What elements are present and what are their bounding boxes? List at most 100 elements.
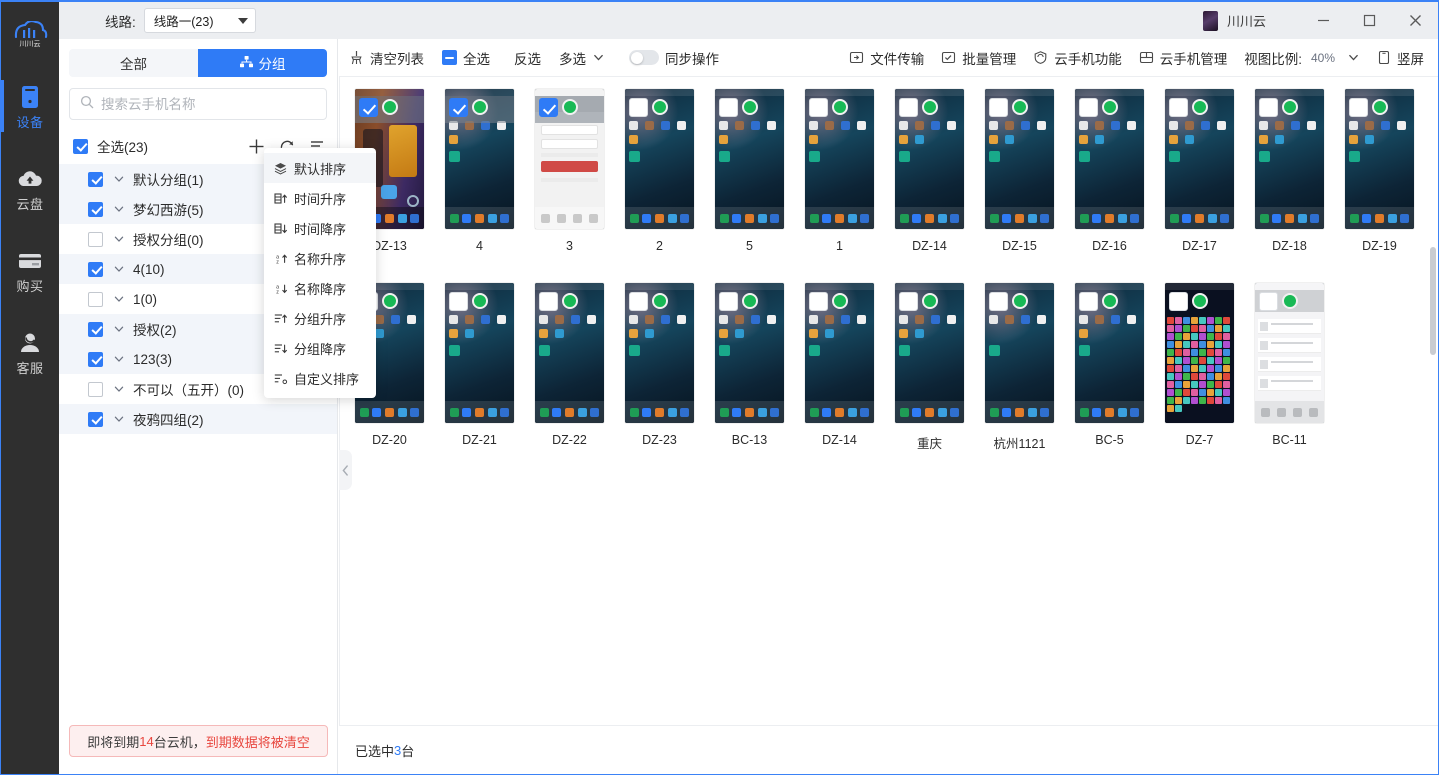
search-input[interactable] bbox=[101, 97, 316, 112]
minimize-button[interactable] bbox=[1300, 2, 1346, 39]
sync-operation-toggle[interactable] bbox=[629, 50, 659, 65]
grid-scrollbar-thumb[interactable] bbox=[1430, 247, 1436, 355]
device-thumbnail[interactable] bbox=[535, 283, 604, 423]
device-thumbnail[interactable] bbox=[1345, 89, 1414, 229]
device-thumbnail[interactable] bbox=[805, 89, 874, 229]
orientation-button[interactable]: 竖屏 bbox=[1377, 48, 1424, 68]
device-card[interactable]: 2 bbox=[625, 89, 715, 253]
group-checkbox[interactable] bbox=[88, 172, 103, 187]
device-card[interactable]: 1 bbox=[805, 89, 895, 253]
device-thumbnail[interactable] bbox=[715, 89, 784, 229]
device-card[interactable]: DZ-7 bbox=[1165, 283, 1255, 452]
sort-menu-item[interactable]: az名称降序 bbox=[264, 273, 376, 303]
chevron-down-icon[interactable] bbox=[113, 203, 125, 215]
chevron-down-icon[interactable] bbox=[113, 173, 125, 185]
cloud-phone-feature-button[interactable]: 云手机功能 bbox=[1033, 48, 1122, 68]
device-checkbox[interactable] bbox=[1349, 98, 1368, 117]
group-tree-item[interactable]: 夜鸦四组(2) bbox=[59, 404, 337, 434]
device-card[interactable]: 3 bbox=[535, 89, 625, 253]
view-ratio-dropdown[interactable]: 视图比例: 40% bbox=[1244, 48, 1360, 68]
device-card[interactable]: DZ-19 bbox=[1345, 89, 1435, 253]
device-thumbnail[interactable] bbox=[805, 283, 874, 423]
sync-operation-toggle-wrap[interactable]: 同步操作 bbox=[629, 48, 719, 68]
device-card[interactable]: DZ-21 bbox=[445, 283, 535, 452]
invert-selection-button[interactable]: 反选 bbox=[514, 48, 541, 68]
device-card[interactable]: DZ-17 bbox=[1165, 89, 1255, 253]
tab-all[interactable]: 全部 bbox=[69, 49, 198, 77]
device-thumbnail[interactable] bbox=[985, 89, 1054, 229]
route-select[interactable]: 线路一(23) bbox=[144, 8, 256, 33]
sort-menu-item[interactable]: 时间降序 bbox=[264, 213, 376, 243]
device-checkbox[interactable] bbox=[449, 292, 468, 311]
select-all-checkbox[interactable] bbox=[73, 139, 88, 154]
sidebar-item-support[interactable]: 客服 bbox=[1, 318, 59, 386]
device-checkbox[interactable] bbox=[629, 98, 648, 117]
chevron-down-icon[interactable] bbox=[113, 413, 125, 425]
device-card[interactable]: DZ-14 bbox=[895, 89, 985, 253]
batch-manage-button[interactable]: 批量管理 bbox=[941, 48, 1016, 68]
device-card[interactable]: DZ-16 bbox=[1075, 89, 1165, 253]
indeterminate-checkbox[interactable] bbox=[442, 50, 457, 65]
maximize-button[interactable] bbox=[1346, 2, 1392, 39]
device-checkbox[interactable] bbox=[899, 292, 918, 311]
device-thumbnail[interactable] bbox=[1255, 283, 1324, 423]
device-card[interactable]: 重庆 bbox=[895, 283, 985, 452]
group-checkbox[interactable] bbox=[88, 382, 103, 397]
chevron-down-icon[interactable] bbox=[113, 323, 125, 335]
file-transfer-button[interactable]: 文件传输 bbox=[849, 48, 924, 68]
device-checkbox[interactable] bbox=[1259, 292, 1278, 311]
device-card[interactable]: 4 bbox=[445, 89, 535, 253]
sidebar-item-cloud-disk[interactable]: 云盘 bbox=[1, 154, 59, 222]
chevron-down-icon[interactable] bbox=[113, 353, 125, 365]
device-card[interactable]: DZ-22 bbox=[535, 283, 625, 452]
device-thumbnail[interactable] bbox=[985, 283, 1054, 423]
device-thumbnail[interactable] bbox=[1165, 89, 1234, 229]
device-checkbox[interactable] bbox=[539, 292, 558, 311]
device-checkbox[interactable] bbox=[809, 292, 828, 311]
device-checkbox[interactable] bbox=[989, 292, 1008, 311]
sort-menu-item[interactable]: 分组升序 bbox=[264, 303, 376, 333]
group-checkbox[interactable] bbox=[88, 232, 103, 247]
device-card[interactable]: DZ-18 bbox=[1255, 89, 1345, 253]
device-thumbnail[interactable] bbox=[1165, 283, 1234, 423]
device-card[interactable]: BC-13 bbox=[715, 283, 805, 452]
collapse-panel-handle[interactable] bbox=[339, 450, 352, 490]
group-checkbox[interactable] bbox=[88, 322, 103, 337]
device-checkbox[interactable] bbox=[539, 98, 558, 117]
device-checkbox[interactable] bbox=[899, 98, 918, 117]
close-button[interactable] bbox=[1392, 2, 1438, 39]
chevron-down-icon[interactable] bbox=[113, 293, 125, 305]
device-checkbox[interactable] bbox=[1079, 98, 1098, 117]
device-thumbnail[interactable] bbox=[445, 283, 514, 423]
device-checkbox[interactable] bbox=[989, 98, 1008, 117]
group-checkbox[interactable] bbox=[88, 352, 103, 367]
account-area[interactable]: 川川云 bbox=[1203, 11, 1266, 31]
group-checkbox[interactable] bbox=[88, 202, 103, 217]
group-checkbox[interactable] bbox=[88, 412, 103, 427]
device-checkbox[interactable] bbox=[1259, 98, 1278, 117]
sort-menu-item[interactable]: 时间升序 bbox=[264, 183, 376, 213]
add-group-icon[interactable] bbox=[248, 138, 265, 155]
device-checkbox[interactable] bbox=[449, 98, 468, 117]
device-checkbox[interactable] bbox=[1169, 292, 1188, 311]
device-checkbox[interactable] bbox=[1079, 292, 1098, 311]
device-checkbox[interactable] bbox=[719, 292, 738, 311]
device-checkbox[interactable] bbox=[1169, 98, 1188, 117]
group-checkbox[interactable] bbox=[88, 292, 103, 307]
device-thumbnail[interactable] bbox=[445, 89, 514, 229]
sidebar-item-purchase[interactable]: 购买 bbox=[1, 236, 59, 304]
device-thumbnail[interactable] bbox=[715, 283, 784, 423]
chevron-down-icon[interactable] bbox=[113, 263, 125, 275]
device-thumbnail[interactable] bbox=[1255, 89, 1324, 229]
device-thumbnail[interactable] bbox=[895, 89, 964, 229]
select-all-toolbar-button[interactable]: 全选 bbox=[442, 48, 490, 68]
clear-list-button[interactable]: 清空列表 bbox=[349, 48, 424, 68]
device-checkbox[interactable] bbox=[719, 98, 738, 117]
device-card[interactable]: 5 bbox=[715, 89, 805, 253]
sort-menu-item[interactable]: 分组降序 bbox=[264, 333, 376, 363]
device-thumbnail[interactable] bbox=[535, 89, 604, 229]
cloud-phone-manage-button[interactable]: 云手机管理 bbox=[1139, 48, 1228, 68]
sidebar-item-device[interactable]: 设备 bbox=[1, 72, 59, 140]
device-thumbnail[interactable] bbox=[625, 283, 694, 423]
device-card[interactable]: BC-5 bbox=[1075, 283, 1165, 452]
